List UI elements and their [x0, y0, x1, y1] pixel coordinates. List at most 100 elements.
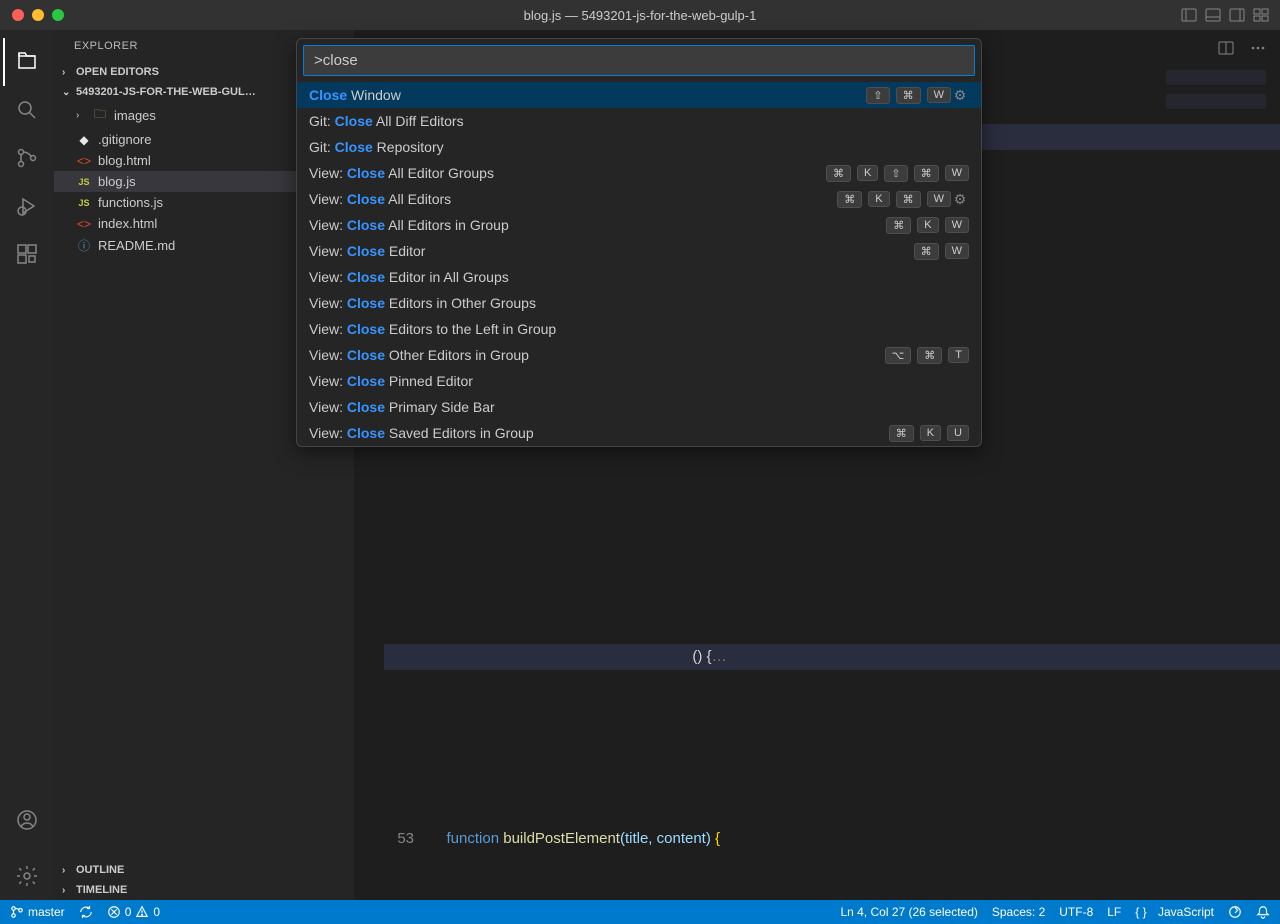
keybinding: ⌘K⇧⌘W: [826, 165, 969, 182]
chevron-down-icon: ⌄: [62, 87, 72, 98]
keyword: function: [447, 830, 500, 847]
command-item[interactable]: View: Close Other Editors in Group⌥⌘T: [297, 342, 981, 368]
timeline-label: TIMELINE: [76, 884, 127, 896]
command-palette-list: Close Window⇧⌘W⚙Git: Close All Diff Edit…: [297, 82, 981, 446]
command-item[interactable]: View: Close All Editor Groups⌘K⇧⌘W: [297, 160, 981, 186]
editor-actions: [1212, 34, 1272, 62]
command-label: View: Close Primary Side Bar: [309, 399, 969, 415]
feedback-status[interactable]: [1228, 905, 1242, 919]
command-label: Git: Close All Diff Editors: [309, 113, 969, 129]
command-label: View: Close Other Editors in Group: [309, 347, 885, 363]
file-name: README.md: [98, 238, 175, 253]
search-activity[interactable]: [3, 86, 51, 134]
function-name: buildPostElement: [503, 830, 620, 847]
source-control-activity[interactable]: [3, 134, 51, 182]
keybinding: ⇧⌘W: [866, 87, 951, 104]
file-name: index.html: [98, 216, 157, 231]
encoding-status[interactable]: UTF-8: [1059, 905, 1093, 919]
more-actions-icon[interactable]: [1244, 34, 1272, 62]
command-palette-input[interactable]: [303, 45, 975, 76]
minimize-window-button[interactable]: [32, 9, 44, 21]
gear-icon[interactable]: ⚙: [951, 87, 969, 104]
feedback-icon: [1228, 905, 1242, 919]
command-label: View: Close All Editors in Group: [309, 217, 886, 233]
command-item[interactable]: View: Close Editors to the Left in Group: [297, 316, 981, 342]
warning-icon: [135, 905, 149, 919]
outline-section[interactable]: › OUTLINE: [54, 860, 354, 880]
layout-controls: [1178, 4, 1272, 26]
explorer-activity[interactable]: [3, 38, 51, 86]
command-item[interactable]: View: Close All Editors in Group⌘KW: [297, 212, 981, 238]
command-item[interactable]: Git: Close All Diff Editors: [297, 108, 981, 134]
chevron-right-icon: ›: [62, 67, 72, 78]
git-branch-status[interactable]: master: [10, 905, 65, 919]
command-label: Git: Close Repository: [309, 139, 969, 155]
file-name: functions.js: [98, 195, 163, 210]
bell-icon: [1256, 905, 1270, 919]
file-name: blog.html: [98, 153, 151, 168]
command-label: View: Close All Editors: [309, 191, 837, 207]
traffic-lights: [0, 9, 64, 21]
accounts-activity[interactable]: [3, 796, 51, 844]
chevron-right-icon: ›: [62, 885, 72, 896]
error-count: 0: [125, 905, 132, 919]
command-item[interactable]: View: Close Primary Side Bar: [297, 394, 981, 420]
command-label: View: Close Editors to the Left in Group: [309, 321, 969, 337]
command-item[interactable]: Close Window⇧⌘W⚙: [297, 82, 981, 108]
debug-activity[interactable]: [3, 182, 51, 230]
toggle-primary-sidebar-icon[interactable]: [1178, 4, 1200, 26]
command-item[interactable]: View: Close Editors in Other Groups: [297, 290, 981, 316]
brace: {: [711, 830, 720, 847]
command-palette: Close Window⇧⌘W⚙Git: Close All Diff Edit…: [296, 38, 982, 447]
code-fragment: () {: [692, 648, 711, 665]
timeline-section[interactable]: › TIMELINE: [54, 880, 354, 900]
customize-layout-icon[interactable]: [1250, 4, 1272, 26]
file-name: .gitignore: [98, 132, 151, 147]
command-item[interactable]: View: Close All Editors⌘K⌘W⚙: [297, 186, 981, 212]
cursor-position-status[interactable]: Ln 4, Col 27 (26 selected): [840, 905, 977, 919]
extensions-activity[interactable]: [3, 230, 51, 278]
command-label: View: Close Editor in All Groups: [309, 269, 969, 285]
command-label: View: Close Pinned Editor: [309, 373, 969, 389]
file-name: blog.js: [98, 174, 136, 189]
command-item[interactable]: View: Close Editor⌘W: [297, 238, 981, 264]
eol-status[interactable]: LF: [1107, 905, 1121, 919]
command-label: View: Close All Editor Groups: [309, 165, 826, 181]
split-editor-icon[interactable]: [1212, 34, 1240, 62]
sync-status[interactable]: [79, 905, 93, 919]
indentation-status[interactable]: Spaces: 2: [992, 905, 1045, 919]
close-window-button[interactable]: [12, 9, 24, 21]
branch-name: master: [28, 905, 65, 919]
settings-activity[interactable]: [3, 852, 51, 900]
error-icon: [107, 905, 121, 919]
keybinding: ⌘W: [914, 243, 969, 260]
toggle-secondary-sidebar-icon[interactable]: [1226, 4, 1248, 26]
command-label: Close Window: [309, 87, 866, 103]
command-label: View: Close Saved Editors in Group: [309, 425, 889, 441]
fold-indicator: …: [712, 648, 727, 665]
file-name: images: [114, 108, 156, 123]
problems-status[interactable]: 0 0: [107, 905, 160, 919]
language-status[interactable]: { } JavaScript: [1135, 905, 1214, 919]
open-editors-label: OPEN EDITORS: [76, 66, 159, 78]
sync-icon: [79, 905, 93, 919]
command-item[interactable]: View: Close Saved Editors in Group⌘KU: [297, 420, 981, 446]
command-item[interactable]: View: Close Editor in All Groups: [297, 264, 981, 290]
window-title: blog.js — 5493201-js-for-the-web-gulp-1: [0, 8, 1280, 23]
outline-label: OUTLINE: [76, 864, 124, 876]
folder-name: 5493201-JS-FOR-THE-WEB-GUL…: [76, 86, 256, 98]
status-bar: master 0 0 Ln 4, Col 27 (26 selected) Sp…: [0, 900, 1280, 924]
keybinding: ⌥⌘T: [885, 347, 969, 364]
command-item[interactable]: Git: Close Repository: [297, 134, 981, 160]
command-item[interactable]: View: Close Pinned Editor: [297, 368, 981, 394]
gear-icon[interactable]: ⚙: [951, 191, 969, 208]
toggle-panel-icon[interactable]: [1202, 4, 1224, 26]
titlebar: blog.js — 5493201-js-for-the-web-gulp-1: [0, 0, 1280, 30]
notifications-status[interactable]: [1256, 905, 1270, 919]
keybinding: ⌘KU: [889, 425, 969, 442]
command-label: View: Close Editors in Other Groups: [309, 295, 969, 311]
maximize-window-button[interactable]: [52, 9, 64, 21]
warning-count: 0: [153, 905, 160, 919]
keybinding: ⌘KW: [886, 217, 969, 234]
keybinding: ⌘K⌘W: [837, 191, 951, 208]
